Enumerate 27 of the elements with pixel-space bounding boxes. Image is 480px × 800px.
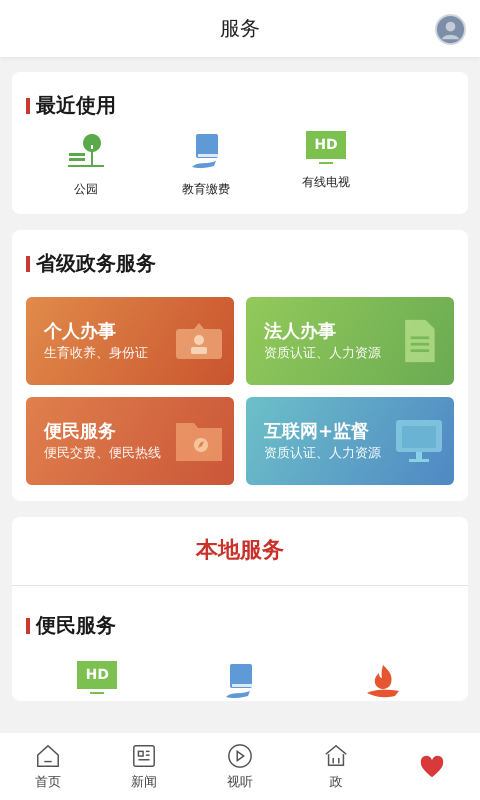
section-title: 省级政务服务: [36, 250, 156, 277]
local-services-title: 本地服务: [194, 537, 285, 565]
tile-title: 个人办事: [44, 320, 117, 344]
news-icon: [131, 742, 157, 768]
service-label[interactable]: 公园: [74, 181, 98, 198]
avatar-icon[interactable]: [435, 14, 466, 45]
section-title: 便民服务: [36, 612, 116, 639]
tile-subtitle: 资质认证、人力资源: [264, 345, 382, 363]
tile-title: 便民服务: [44, 420, 117, 444]
page-title: 服务: [220, 15, 260, 42]
service-label[interactable]: 有线电视: [302, 174, 350, 191]
play-icon: [227, 742, 253, 768]
tile-subtitle: 资质认证、人力资源: [264, 445, 382, 463]
tab-item[interactable]: 首页: [18, 742, 78, 790]
tab-item[interactable]: 新闻: [114, 742, 174, 790]
tab-item[interactable]: 视听: [210, 742, 270, 790]
tile-title: 互联网+监督: [264, 420, 370, 444]
monitor-icon: [394, 418, 444, 464]
tile-title: 法人办事: [264, 320, 337, 344]
heart-icon: [419, 754, 445, 780]
tile-subtitle: 生育收养、身份证: [44, 345, 149, 363]
section-title: 最近使用: [36, 92, 116, 119]
home-icon: [35, 742, 61, 768]
tab-item[interactable]: 政: [306, 742, 366, 790]
service-label[interactable]: 教育缴费: [182, 181, 230, 198]
building-icon: [323, 742, 349, 768]
tile-subtitle: 便民交费、便民热线: [44, 445, 162, 463]
